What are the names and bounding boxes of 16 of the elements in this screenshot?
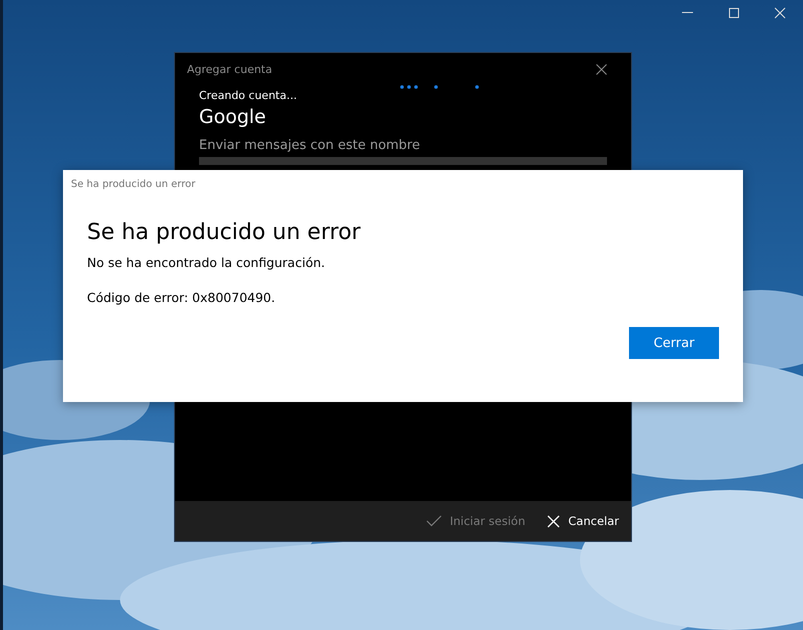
field-label: Enviar mensajes con este nombre <box>199 138 421 153</box>
name-field[interactable] <box>199 157 607 165</box>
dialog-title: Agregar cuenta <box>187 62 272 76</box>
dialog-title: Se ha producido un error <box>70 178 196 190</box>
status-text: Creando cuenta... <box>199 89 298 102</box>
maximize-icon[interactable] <box>728 8 740 18</box>
cancel-button[interactable]: Cancelar <box>547 514 619 528</box>
error-message: No se ha encontrado la configuración. <box>87 255 326 270</box>
error-heading: Se ha producido un error <box>87 220 362 245</box>
checkmark-icon <box>426 515 442 527</box>
close-icon <box>547 514 560 528</box>
error-code: Código de error: 0x80070490. <box>87 290 276 305</box>
minimize-icon[interactable] <box>682 12 694 14</box>
close-icon[interactable] <box>596 64 607 74</box>
close-dialog-button[interactable]: Cerrar <box>629 327 719 359</box>
provider-name: Google <box>199 106 268 128</box>
